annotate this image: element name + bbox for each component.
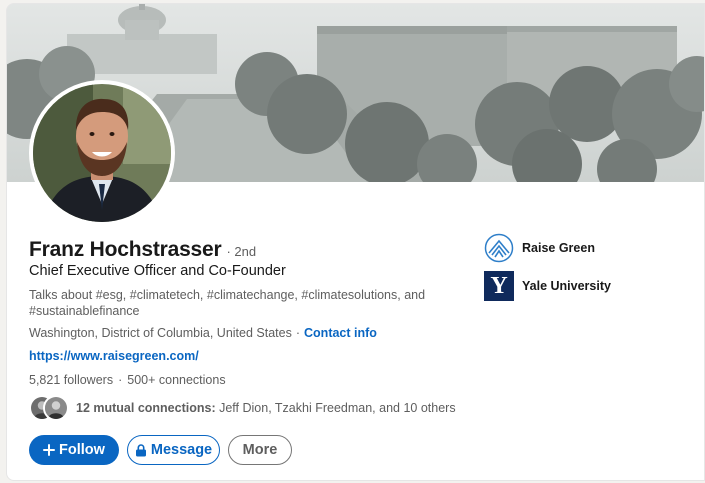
org-item-raise-green[interactable]: Raise Green	[484, 233, 611, 263]
mutual-connections[interactable]: 12 mutual connections: Jeff Dion, Tzakhi…	[29, 395, 456, 421]
location-row: Washington, District of Columbia, United…	[29, 326, 377, 340]
mutual-connections-text: 12 mutual connections: Jeff Dion, Tzakhi…	[76, 401, 456, 415]
website-link[interactable]: https://www.raisegreen.com/	[29, 349, 199, 363]
more-button[interactable]: More	[228, 435, 292, 465]
connections-count[interactable]: 500+ connections	[127, 373, 225, 387]
connection-degree: · 2nd	[226, 244, 257, 259]
plus-icon	[43, 444, 56, 456]
profile-name: Franz Hochstrasser	[29, 238, 222, 261]
profile-topics: Talks about #esg, #climatetech, #climate…	[29, 288, 426, 318]
message-label: Message	[150, 442, 213, 458]
organizations: Raise Green Y Yale University	[484, 233, 611, 309]
yale-logo-icon: Y	[484, 271, 514, 301]
follow-button[interactable]: Follow	[29, 435, 119, 465]
profile-card: Franz Hochstrasser · 2nd Chief Executive…	[6, 3, 705, 481]
lock-icon	[135, 443, 147, 457]
mutual-names: Jeff Dion, Tzakhi Freedman, and 10 other…	[219, 401, 456, 415]
org-item-yale[interactable]: Y Yale University	[484, 271, 611, 301]
raise-green-logo-icon	[484, 233, 514, 263]
more-label: More	[242, 442, 278, 458]
org-name: Raise Green	[522, 241, 595, 255]
avatar	[33, 84, 171, 222]
name-row: Franz Hochstrasser · 2nd	[29, 238, 256, 262]
stats-separator: ·	[118, 373, 123, 387]
profile-location: Washington, District of Columbia, United…	[29, 326, 292, 340]
stats-row: 5,821 followers · 500+ connections	[29, 373, 226, 387]
mutual-count: 12 mutual connections:	[76, 401, 216, 415]
profile-headline: Chief Executive Officer and Co-Founder	[29, 263, 286, 279]
mutual-avatar-2	[43, 395, 69, 421]
message-button[interactable]: Message	[127, 435, 220, 465]
profile-photo[interactable]	[29, 80, 175, 226]
followers-count[interactable]: 5,821 followers	[29, 373, 113, 387]
contact-info-link[interactable]: Contact info	[304, 326, 377, 340]
org-name: Yale University	[522, 279, 611, 293]
profile-actions: Follow Message More	[29, 435, 292, 465]
follow-label: Follow	[59, 442, 105, 458]
location-separator: ·	[295, 326, 301, 340]
mutual-avatars	[29, 395, 71, 421]
